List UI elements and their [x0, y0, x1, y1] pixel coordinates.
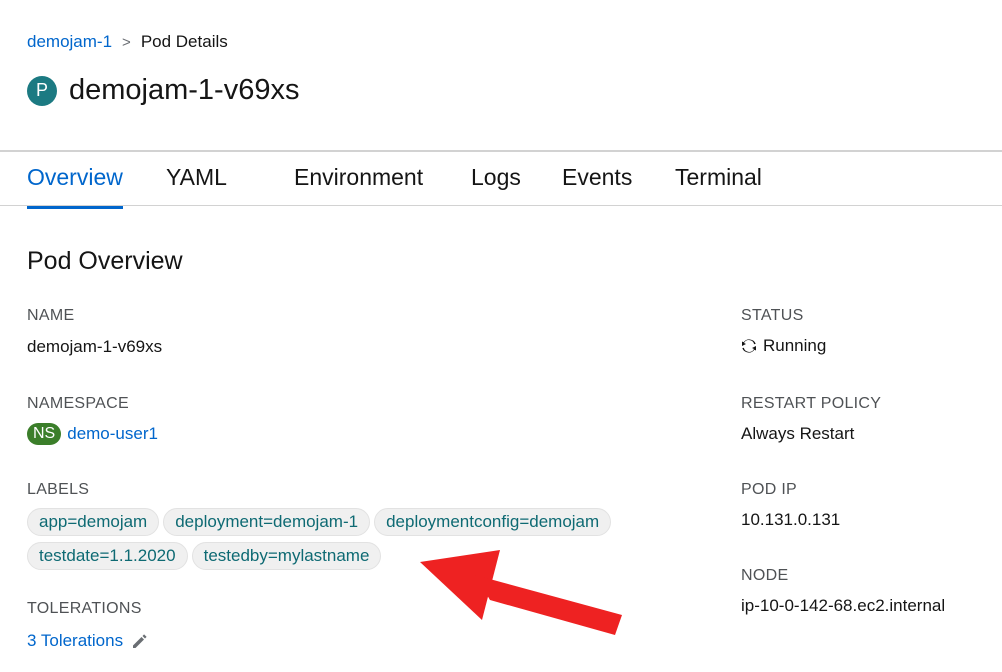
tolerations-link[interactable]: 3 Tolerations — [27, 631, 123, 651]
sync-icon — [742, 339, 756, 353]
restart-policy-label: RESTART POLICY — [741, 395, 882, 412]
name-label: NAME — [27, 307, 75, 324]
label-chip[interactable]: deploymentconfig=demojam — [374, 508, 612, 536]
breadcrumb-separator: > — [122, 33, 131, 51]
tab-events[interactable]: Events — [562, 164, 632, 206]
tolerations-label: TOLERATIONS — [27, 600, 142, 617]
node-label: NODE — [741, 567, 789, 584]
namespace-badge: NS — [27, 423, 62, 445]
status-label: STATUS — [741, 307, 804, 324]
page-header: P demojam-1-v69xs — [27, 74, 299, 107]
status-value: Running — [741, 336, 826, 356]
tolerations-value: 3 Tolerations — [27, 631, 149, 651]
label-chip[interactable]: app=demojam — [27, 508, 160, 536]
breadcrumb-link-project[interactable]: demojam-1 — [27, 32, 112, 52]
pencil-icon[interactable] — [131, 632, 149, 650]
tab-overview[interactable]: Overview — [27, 164, 123, 209]
name-value: demojam-1-v69xs — [27, 337, 163, 356]
tab-logs[interactable]: Logs — [471, 164, 521, 206]
namespace-value: NS demo-user1 — [27, 423, 158, 445]
tab-terminal[interactable]: Terminal — [675, 164, 762, 206]
pod-ip-label: POD IP — [741, 481, 798, 498]
restart-policy-value: Always Restart — [741, 424, 855, 443]
breadcrumb-current: Pod Details — [140, 32, 228, 51]
annotation-arrow-icon — [420, 550, 622, 635]
namespace-label: NAMESPACE — [27, 395, 129, 412]
page-title: demojam-1-v69xs — [69, 74, 300, 106]
pod-resource-badge: P — [27, 75, 57, 106]
tab-yaml[interactable]: YAML — [166, 164, 227, 206]
tab-environment[interactable]: Environment — [294, 164, 423, 206]
pod-ip-value: 10.131.0.131 — [741, 510, 841, 529]
section-title: Pod Overview — [27, 247, 183, 275]
status-text: Running — [763, 336, 827, 355]
tab-bar: Overview YAML Environment Logs Events Te… — [0, 150, 1002, 209]
labels-label: LABELS — [27, 481, 90, 498]
namespace-link[interactable]: demo-user1 — [67, 424, 158, 444]
label-chip[interactable]: deployment=demojam-1 — [163, 508, 371, 536]
breadcrumb: demojam-1 > Pod Details — [27, 32, 228, 52]
label-chip[interactable]: testedby=mylastname — [191, 542, 382, 570]
label-chip[interactable]: testdate=1.1.2020 — [27, 542, 188, 570]
node-value: ip-10-0-142-68.ec2.internal — [741, 596, 946, 615]
